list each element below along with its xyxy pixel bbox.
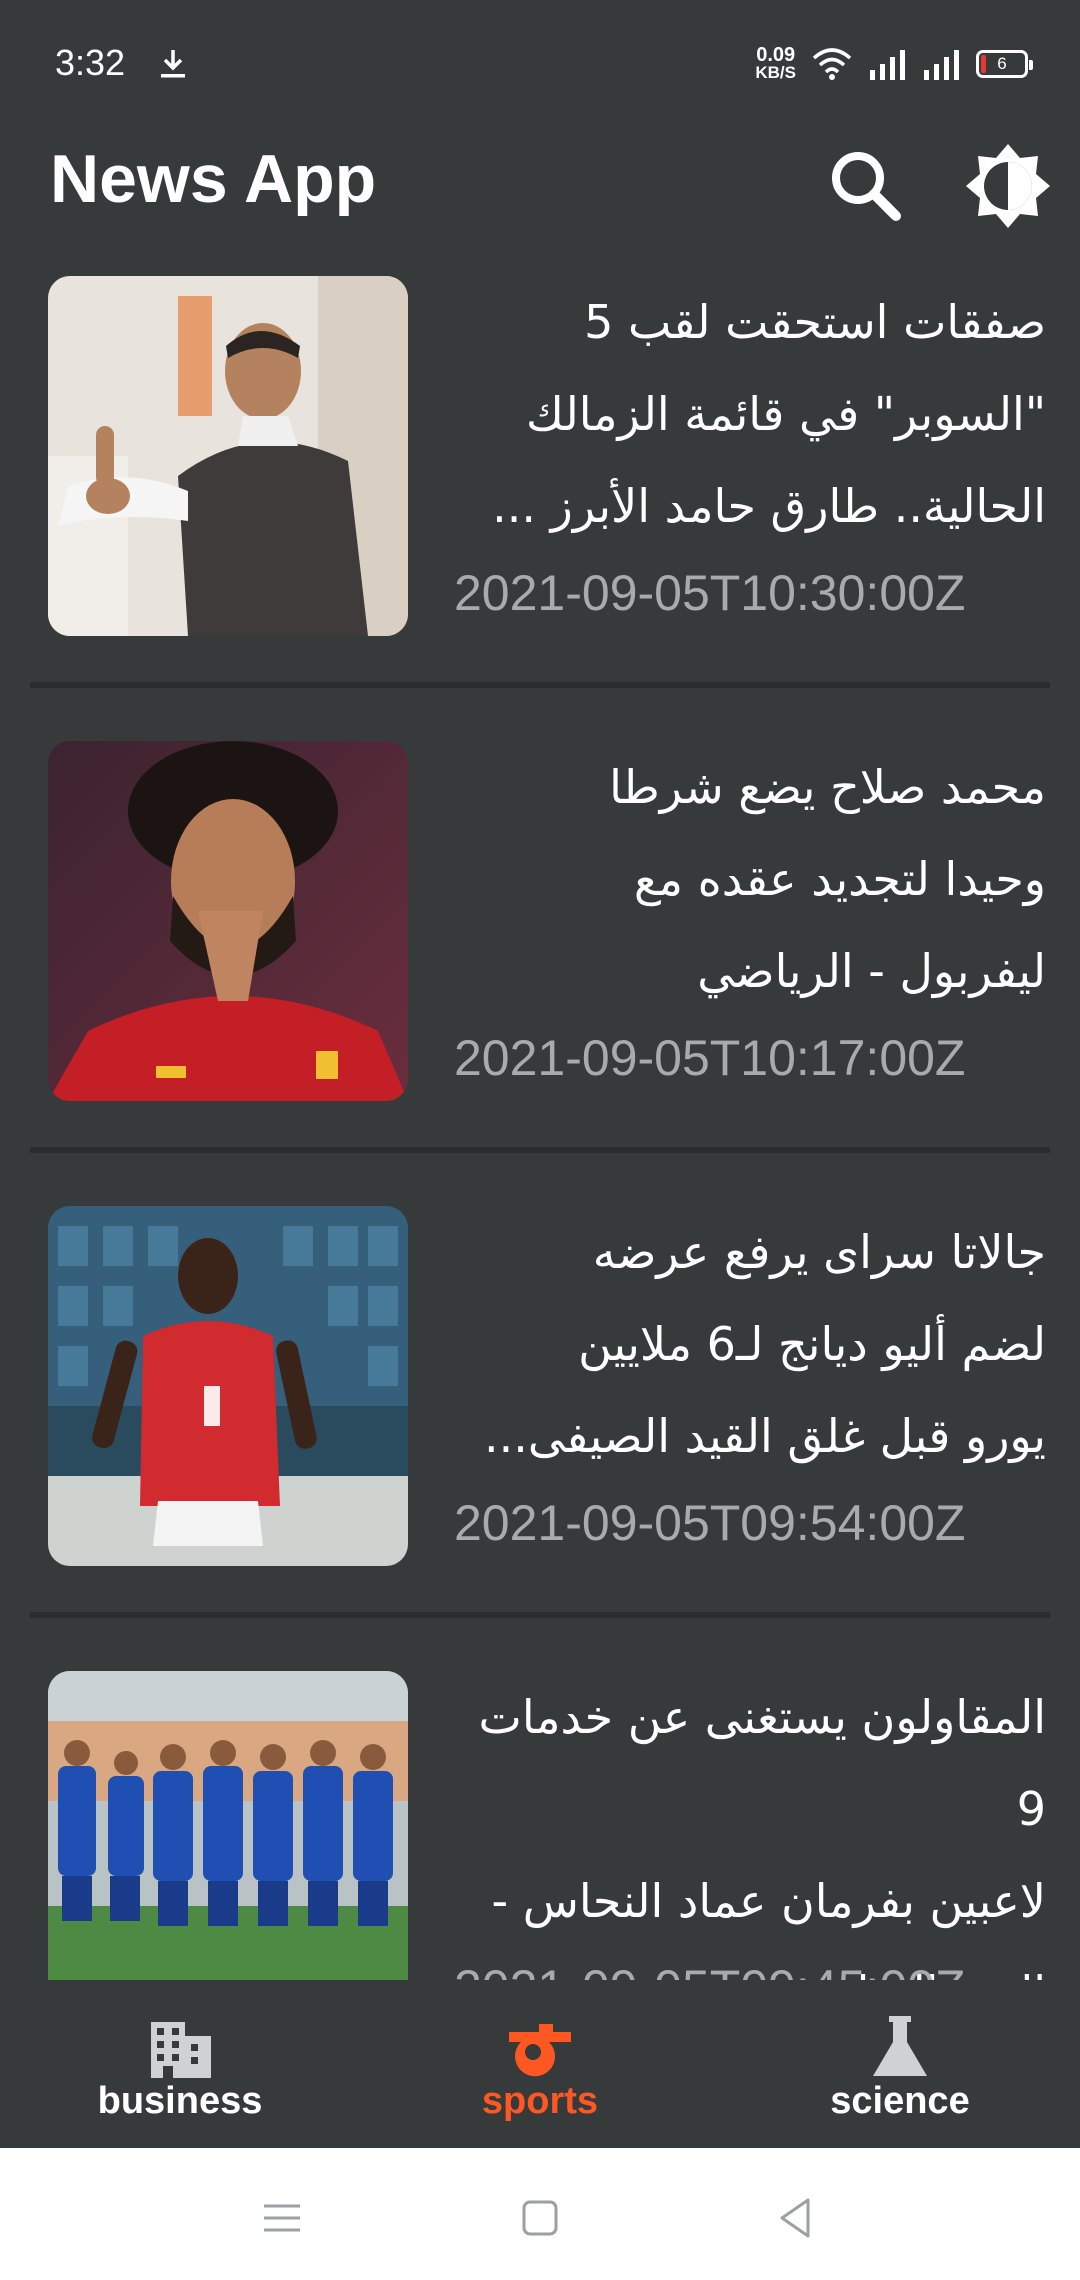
news-item[interactable]: محمد صلاح يضع شرطا وحيدا لتجديد عقده مع … bbox=[0, 737, 1080, 1202]
screen: 3:32 0.09 KB/S 6 News App صفقات استحقت ل… bbox=[0, 0, 1080, 2280]
news-thumbnail-image bbox=[48, 1206, 408, 1566]
news-date: 2021-09-05T09:54:00Z bbox=[454, 1495, 966, 1551]
divider bbox=[30, 682, 1050, 688]
bottom-nav: business sports science bbox=[0, 1980, 1080, 2148]
building-icon bbox=[151, 2022, 211, 2078]
flask-icon bbox=[873, 2016, 927, 2076]
whistle-icon bbox=[509, 2024, 571, 2077]
news-date: 2021-09-05T09:45:00Z bbox=[454, 1959, 965, 1980]
status-icons: 0.09 KB/S 6 bbox=[755, 44, 1033, 84]
home-icon[interactable] bbox=[510, 2188, 570, 2248]
theme-toggle-icon[interactable] bbox=[958, 136, 1058, 236]
news-item[interactable]: جالاتا سراى يرفع عرضه لضم أليو ديانج لـ6… bbox=[0, 1202, 1080, 1667]
signal-icon bbox=[870, 50, 905, 80]
netspeed-unit: KB/S bbox=[755, 63, 796, 82]
news-thumbnail[interactable] bbox=[48, 276, 408, 636]
back-icon[interactable] bbox=[766, 2188, 826, 2248]
news-item[interactable]: صفقات استحقت لقب 5 "السوبر" في قائمة الز… bbox=[0, 272, 1080, 737]
news-title[interactable]: صفقات استحقت لقب 5 "السوبر" في قائمة الز… bbox=[452, 276, 1046, 552]
news-title[interactable]: المقاولون يستغنى عن خدمات 9 لاعبين بفرما… bbox=[452, 1671, 1046, 1980]
nav-label-sports: sports bbox=[481, 2080, 599, 2122]
news-item[interactable]: المقاولون يستغنى عن خدمات 9 لاعبين بفرما… bbox=[0, 1667, 1080, 1980]
status-bar: 3:32 0.09 KB/S 6 bbox=[0, 0, 1080, 130]
news-title[interactable]: جالاتا سراى يرفع عرضه لضم أليو ديانج لـ6… bbox=[452, 1206, 1046, 1482]
news-list[interactable]: صفقات استحقت لقب 5 "السوبر" في قائمة الز… bbox=[0, 268, 1080, 1980]
nav-item-science[interactable]: science bbox=[720, 1980, 1080, 2148]
netspeed-value: 0.09 bbox=[756, 44, 796, 66]
menu-icon[interactable] bbox=[252, 2188, 312, 2248]
news-title[interactable]: محمد صلاح يضع شرطا وحيدا لتجديد عقده مع … bbox=[452, 741, 1046, 1017]
nav-item-sports[interactable]: sports bbox=[360, 1980, 720, 2148]
news-thumbnail-image bbox=[48, 276, 408, 636]
signal-icon bbox=[924, 50, 959, 80]
nav-label-science: science bbox=[830, 2080, 970, 2122]
nav-item-business[interactable]: business bbox=[0, 1980, 360, 2148]
divider bbox=[30, 1612, 1050, 1618]
search-icon[interactable] bbox=[820, 140, 910, 230]
wifi-icon bbox=[812, 48, 852, 80]
download-icon bbox=[161, 50, 185, 78]
divider bbox=[30, 1147, 1050, 1153]
news-date: 2021-09-05T10:30:00Z bbox=[454, 565, 966, 621]
nav-label-business: business bbox=[97, 2080, 263, 2122]
battery-level: 6 bbox=[997, 54, 1007, 73]
system-nav bbox=[0, 2148, 1080, 2280]
news-thumbnail[interactable] bbox=[48, 1671, 408, 1980]
news-thumbnail-image bbox=[48, 1671, 408, 1980]
battery-icon: 6 bbox=[976, 50, 1033, 78]
news-thumbnail[interactable] bbox=[48, 741, 408, 1101]
news-date: 2021-09-05T10:17:00Z bbox=[454, 1030, 966, 1086]
status-time: 3:32 bbox=[55, 42, 126, 83]
netspeed-indicator: 0.09 KB/S bbox=[755, 44, 796, 82]
app-bar: News App bbox=[0, 130, 1080, 260]
news-thumbnail-image bbox=[48, 741, 408, 1101]
news-thumbnail[interactable] bbox=[48, 1206, 408, 1566]
app-title: News App bbox=[50, 141, 377, 217]
